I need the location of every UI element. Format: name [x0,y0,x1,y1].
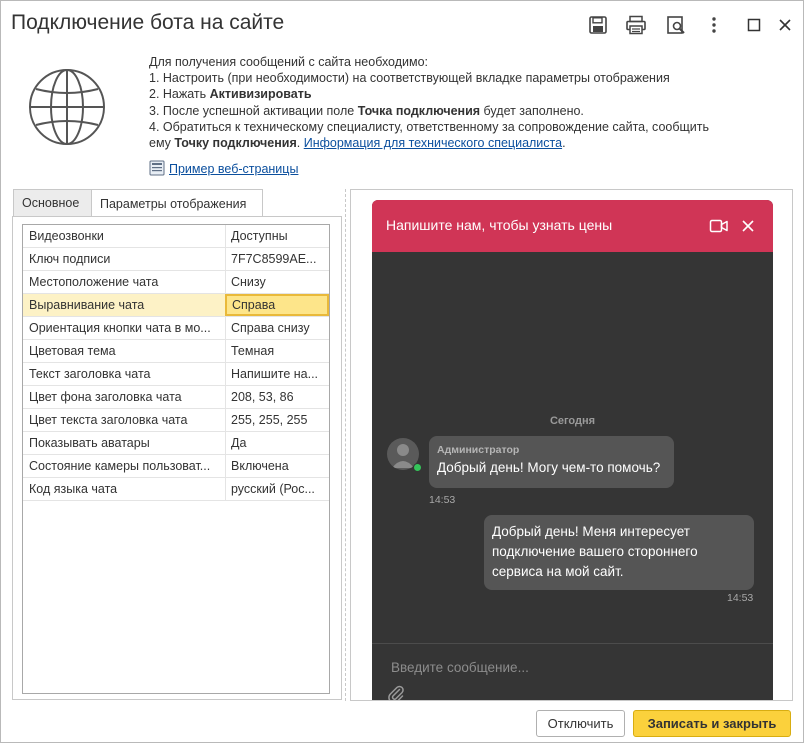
param-name: Выравнивание чата [29,298,145,312]
instructions: Для получения сообщений с сайта необходи… [149,54,789,151]
display-params-panel: Видеозвонки Доступны Ключ подписи 7F7C8599A… [12,216,342,700]
params-table: Видеозвонки Доступны Ключ подписи 7F7C8599A… [22,224,330,694]
message-author: Администратор [437,444,520,456]
chat-close-icon[interactable] [739,217,759,235]
tab-display-params[interactable]: Параметры отображения [91,189,263,217]
param-row[interactable]: Выравнивание чата Справа [23,294,329,317]
instruction-line: 4. Обратиться к техническому специалисту… [149,119,710,134]
paperclip-icon[interactable] [387,684,405,700]
online-status-dot [413,463,422,472]
message-time: 14:53 [727,592,754,604]
print-icon[interactable] [624,13,648,37]
message-text-line: подключение вашего стороннего [492,544,698,559]
preview-icon[interactable] [664,13,688,37]
param-value[interactable]: 208, 53, 86 [225,386,329,408]
param-name: Ориентация кнопки чата в мо... [29,321,211,335]
chat-message-input[interactable] [389,657,749,677]
instruction-line: 3. После успешной активации поле Точка п… [149,103,584,118]
save-and-close-button[interactable]: Записать и закрыть [633,710,791,737]
param-row[interactable]: Ключ подписи 7F7C8599AE... [23,248,329,271]
example-page-row: Пример веб-страницы [149,160,298,178]
title-bar: Подключение бота на сайте [1,1,803,47]
message-text: Добрый день! Могу чем-то помочь? [437,460,661,475]
outgoing-message: Добрый день! Меня интересует подключение… [484,515,754,590]
param-row[interactable]: Цвет текста заголовка чата 255, 255, 255 [23,409,329,432]
tab-main[interactable]: Основное [13,189,92,216]
day-separator: Сегодня [549,415,596,427]
param-name: Цветовая тема [29,344,116,358]
instruction-line: 1. Настроить (при необходимости) на соот… [149,71,670,86]
param-name: Текст заголовка чата [29,367,151,381]
param-value[interactable]: Темная [225,340,329,362]
param-row[interactable]: Цветовая тема Темная [23,340,329,363]
param-value[interactable]: 255, 255, 255 [225,409,329,431]
chat-header: Напишите нам, чтобы узнать цены [372,200,773,252]
param-row[interactable]: Показывать аватары Да [23,432,329,455]
window-title: Подключение бота на сайте [11,11,285,34]
param-row[interactable]: Ориентация кнопки чата в мо... Справа сни… [23,317,329,340]
param-value[interactable]: русский (Рос... [225,478,329,500]
param-value[interactable]: Снизу [225,271,329,293]
chat-preview: Напишите нам, чтобы узнать цены Сегодня … [350,189,793,701]
param-name: Цвет фона заголовка чата [29,390,182,404]
param-row[interactable]: Состояние камеры пользоват... Включена [23,455,329,478]
param-value[interactable]: 7F7C8599AE... [225,248,329,270]
param-row[interactable]: Местоположение чата Снизу [23,271,329,294]
param-row[interactable]: Видеозвонки Доступны [23,225,329,248]
instruction-line: ему Точку подключения. Информация для те… [149,136,566,151]
more-icon[interactable] [702,13,726,37]
globe-icon [27,67,107,147]
tech-info-link[interactable]: Информация для технического специалиста [304,136,562,150]
bot-connection-window: Подключение бота на сайте Для получения … [0,0,804,743]
param-row[interactable]: Текст заголовка чата Напишите на... [23,363,329,386]
param-name: Состояние камеры пользоват... [29,459,211,473]
param-value[interactable]: Справа [225,294,329,316]
disconnect-button[interactable]: Отключить [536,710,625,737]
document-icon [149,160,165,179]
param-value[interactable]: Доступны [225,225,329,247]
message-text-line: сервиса на мой сайт. [492,564,624,579]
close-icon[interactable] [773,13,797,37]
save-icon[interactable] [586,13,610,37]
instruction-line: 2. Нажать Активизировать [149,87,312,102]
param-row[interactable]: Цвет фона заголовка чата 208, 53, 86 [23,386,329,409]
param-row[interactable]: Код языка чата русский (Рос... [23,478,329,501]
param-name: Цвет текста заголовка чата [29,413,188,427]
message-text-line: Добрый день! Меня интересует [492,524,690,539]
param-name: Видеозвонки [29,229,104,243]
chat-widget: Напишите нам, чтобы узнать цены Сегодня … [372,200,773,700]
message-time: 14:53 [429,494,456,506]
maximize-icon[interactable] [742,13,766,37]
param-name: Ключ подписи [29,252,111,266]
incoming-message: Администратор Добрый день! Могу чем-то п… [429,436,674,488]
video-call-icon[interactable] [709,217,729,235]
instruction-line: Для получения сообщений с сайта необходи… [149,55,429,69]
param-value[interactable]: Напишите на... [225,363,329,385]
chat-input-area [372,643,773,700]
param-name: Местоположение чата [29,275,159,289]
example-page-link[interactable]: Пример веб-страницы [169,162,298,176]
param-value[interactable]: Включена [225,455,329,477]
param-value[interactable]: Справа снизу [225,317,329,339]
chat-header-title: Напишите нам, чтобы узнать цены [386,217,613,233]
panel-divider [345,189,346,701]
param-name: Код языка чата [29,482,118,496]
param-value[interactable]: Да [225,432,329,454]
param-name: Показывать аватары [29,436,150,450]
